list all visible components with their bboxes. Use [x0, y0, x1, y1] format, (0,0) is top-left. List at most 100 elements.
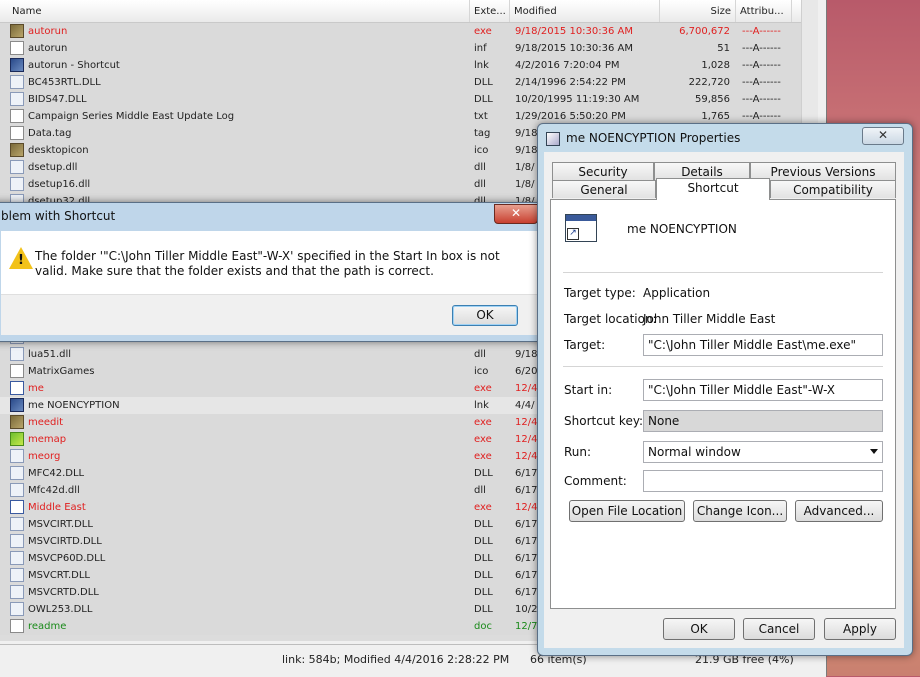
ok-button[interactable]: OK — [663, 618, 735, 640]
column-ext-header[interactable]: Exte... — [470, 0, 510, 22]
shortcut-arrow-icon: ↗ — [567, 228, 579, 240]
file-ext: txt — [474, 111, 488, 122]
file-row[interactable]: autorun exe 9/18/2015 10:30:36 AM 6,700,672… — [0, 23, 801, 40]
file-name: autorun — [28, 26, 68, 37]
file-modified: 12/4 — [515, 502, 538, 513]
file-name: meorg — [28, 451, 61, 462]
shortcut-icon: ↗ — [565, 214, 597, 242]
error-message: The folder '"C:\John Tiller Middle East"… — [35, 249, 500, 278]
file-modified: 12/4 — [515, 434, 538, 445]
column-attrib-header[interactable]: Attribu... — [736, 0, 792, 22]
image-file-icon — [10, 24, 24, 38]
file-modified: 12/4 — [515, 417, 538, 428]
file-ext: doc — [474, 621, 492, 632]
cancel-button[interactable]: Cancel — [743, 618, 815, 640]
file-row[interactable]: BIDS47.DLL DLL 10/20/1995 11:19:30 AM 59,85… — [0, 91, 801, 108]
column-name-header[interactable]: Name — [0, 0, 470, 22]
tab-previous-versions[interactable]: Previous Versions — [750, 162, 896, 180]
file-size: 51 — [717, 43, 730, 54]
file-name: MSVCP60D.DLL — [28, 553, 106, 564]
file-attrib: ---A------ — [742, 77, 781, 88]
file-modified: 12/4 — [515, 451, 538, 462]
file-name: Mfc42d.dll — [28, 485, 80, 496]
file-row[interactable]: BC453RTL.DLL DLL 2/14/1996 2:54:22 PM 222,7… — [0, 74, 801, 91]
file-ext: exe — [474, 417, 492, 428]
file-ext: DLL — [474, 77, 493, 88]
map-file-icon — [10, 432, 24, 446]
file-name: BC453RTL.DLL — [28, 77, 101, 88]
column-modified-header[interactable]: Modified — [510, 0, 660, 22]
comment-field[interactable] — [643, 470, 883, 492]
file-modified: 6/17 — [515, 570, 538, 581]
tab-security[interactable]: Security — [552, 162, 654, 180]
file-attrib: ---A------ — [742, 43, 781, 54]
dll-file-icon — [10, 449, 24, 463]
dll-file-icon — [10, 551, 24, 565]
file-modified: 10/2 — [515, 604, 538, 615]
separator — [563, 366, 883, 367]
apply-button[interactable]: Apply — [824, 618, 896, 640]
shortcut-tab-page: ↗ me NOENCYPTION Target type: Applicatio… — [550, 199, 896, 609]
file-row[interactable]: autorun inf 9/18/2015 10:30:36 AM 51 ---A---… — [0, 40, 801, 57]
file-modified: 12/7 — [515, 621, 538, 632]
dialog-footer: OK — [1, 294, 539, 335]
dll-file-icon — [10, 568, 24, 582]
file-ext: DLL — [474, 94, 493, 105]
file-name: lua51.dll — [28, 349, 72, 360]
app-file-icon — [10, 500, 24, 514]
shortcut-title-icon — [546, 132, 560, 146]
file-modified: 9/18 — [515, 349, 538, 360]
document-file-icon — [10, 619, 24, 633]
file-ext: DLL — [474, 604, 493, 615]
file-ext: exe — [474, 502, 492, 513]
target-field[interactable]: "C:\John Tiller Middle East\me.exe" — [643, 334, 883, 356]
file-modified: 9/18/2015 10:30:36 AM — [515, 43, 634, 54]
dll-file-icon — [10, 585, 24, 599]
file-row[interactable]: autorun - Shortcut lnk 4/2/2016 7:20:04 PM… — [0, 57, 801, 74]
ok-button[interactable]: OK — [452, 305, 518, 326]
file-ext: lnk — [474, 400, 489, 411]
file-modified: 6/17 — [515, 519, 538, 530]
separator — [563, 272, 883, 273]
file-modified: 4/2/2016 7:20:04 PM — [515, 60, 620, 71]
file-name: me NOENCYPTION — [28, 400, 120, 411]
file-ext: dll — [474, 179, 486, 190]
change-icon-button[interactable]: Change Icon... — [693, 500, 787, 522]
tab-general[interactable]: General — [552, 180, 656, 198]
file-name: readme — [28, 621, 67, 632]
advanced-button[interactable]: Advanced... — [795, 500, 883, 522]
file-size: 59,856 — [695, 94, 730, 105]
file-modified: 6/17 — [515, 553, 538, 564]
file-name: me — [28, 383, 44, 394]
shortcut-key-field[interactable]: None — [643, 410, 883, 432]
start-in-label: Start in: — [564, 383, 613, 397]
file-ext: ico — [474, 366, 489, 377]
file-modified: 9/18 — [515, 128, 538, 139]
target-type-value: Application — [643, 286, 711, 300]
file-attrib: ---A------ — [742, 26, 781, 37]
file-name: MSVCIRTD.DLL — [28, 536, 102, 547]
dll-file-icon — [10, 160, 24, 174]
comment-label: Comment: — [564, 474, 627, 488]
run-select[interactable]: Normal window — [643, 441, 883, 463]
close-button[interactable]: ✕ — [862, 127, 904, 145]
column-size-header[interactable]: Size — [660, 0, 736, 22]
status-link-info: link: 584b; Modified 4/4/2016 2:28:22 PM — [282, 653, 510, 666]
file-size: 222,720 — [688, 77, 730, 88]
file-ext: inf — [474, 43, 487, 54]
start-in-field[interactable]: "C:\John Tiller Middle East"-W-X — [643, 379, 883, 401]
tab-shortcut[interactable]: Shortcut — [656, 178, 770, 200]
close-button[interactable]: ✕ — [494, 204, 538, 224]
open-file-location-button[interactable]: Open File Location — [569, 500, 685, 522]
shortcut-file-icon — [10, 58, 24, 72]
file-name: autorun — [28, 43, 68, 54]
chevron-down-icon — [870, 449, 878, 454]
column-header-bar: Name Exte... Modified Size Attribu... — [0, 0, 810, 23]
document-file-icon — [10, 41, 24, 55]
file-ext: exe — [474, 451, 492, 462]
tab-compatibility[interactable]: Compatibility — [770, 180, 896, 198]
file-name: BIDS47.DLL — [28, 94, 87, 105]
file-modified: 2/14/1996 2:54:22 PM — [515, 77, 626, 88]
file-name: desktopicon — [28, 145, 89, 156]
warning-icon-mark: ! — [18, 253, 24, 268]
